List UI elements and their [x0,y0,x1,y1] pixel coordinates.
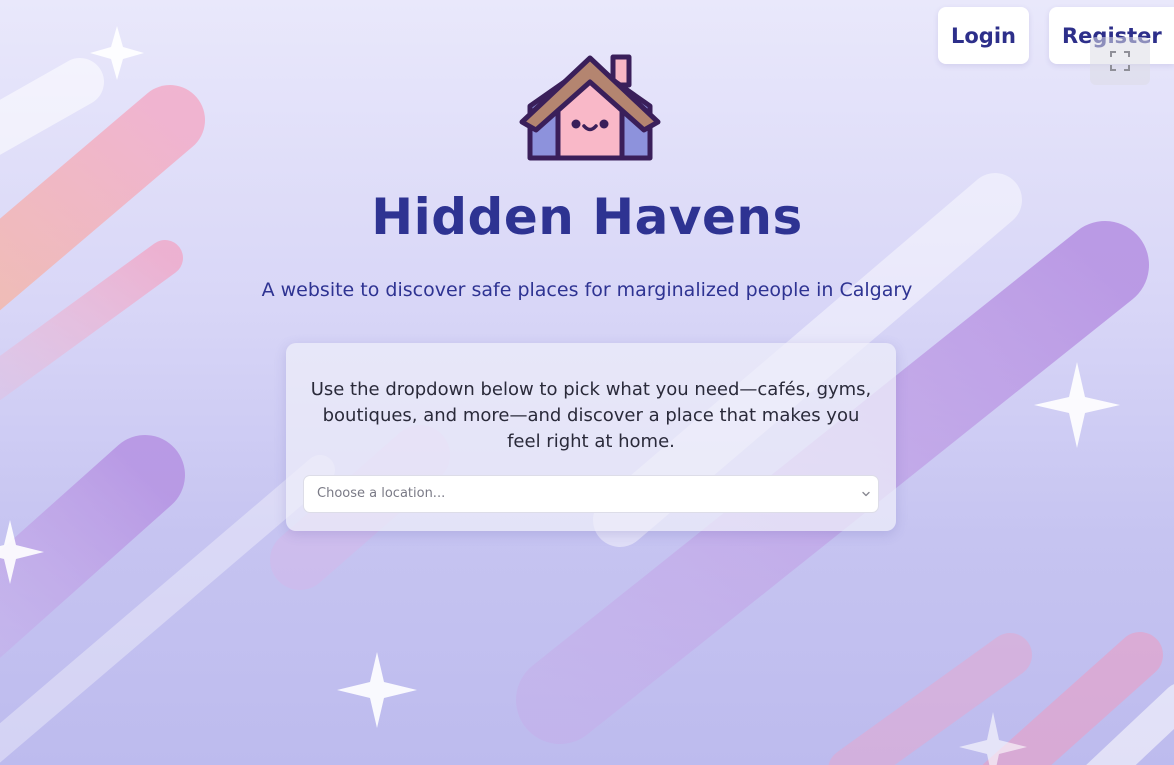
login-button[interactable]: Login [938,7,1029,64]
location-card: Use the dropdown below to pick what you … [286,343,896,531]
expand-icon-glyph [1110,51,1130,71]
location-select[interactable]: Choose a location... [303,475,879,513]
location-select-placeholder: Choose a location... [317,486,446,501]
chevron-down-icon [862,491,870,497]
login-button-label: Login [951,23,1016,48]
page: Login Register Hidden Havens A website t… [0,0,1174,765]
card-description: Use the dropdown below to pick what you … [310,379,872,452]
expand-icon[interactable] [1090,37,1150,85]
house-face-icon [519,54,661,161]
page-title: Hidden Havens [371,188,803,246]
page-subtitle: A website to discover safe places for ma… [261,279,913,301]
